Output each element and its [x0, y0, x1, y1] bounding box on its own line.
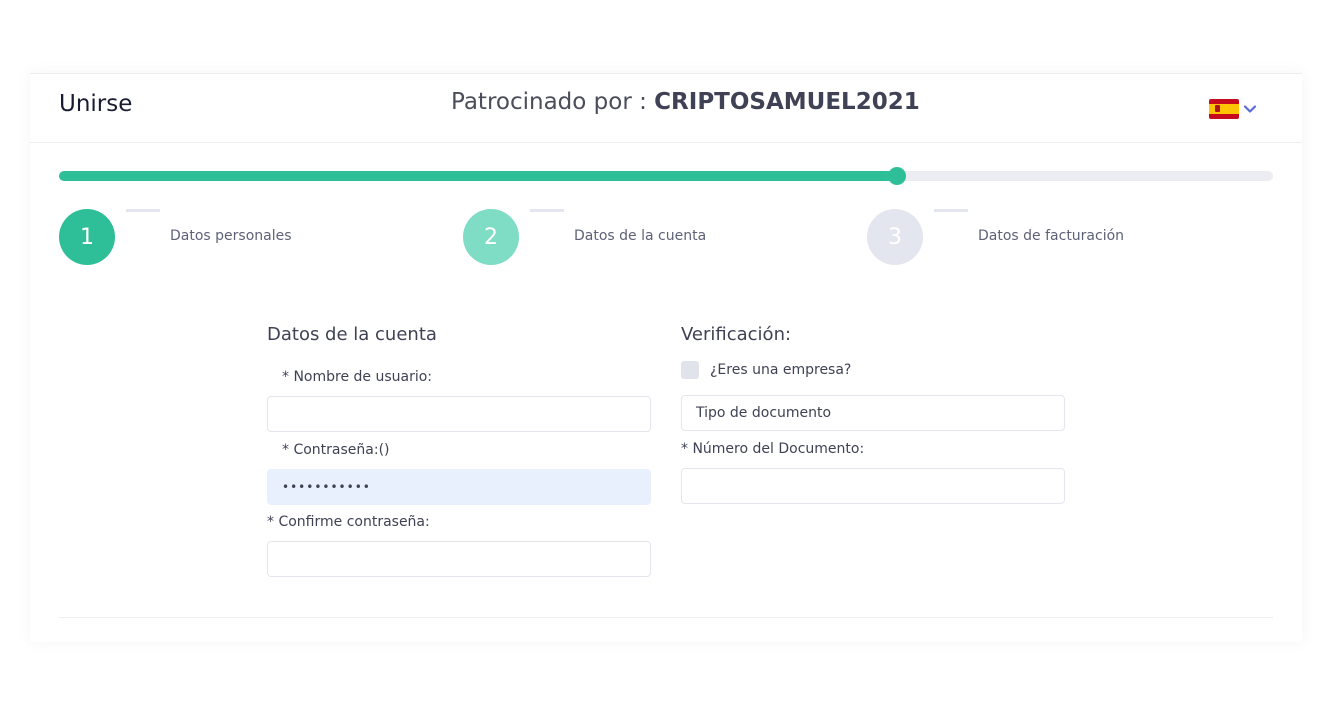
progress-fill [59, 171, 897, 181]
form-divider [59, 617, 1273, 618]
signup-card: Unirse Patrocinado por : CRIPTOSAMUEL202… [30, 73, 1302, 642]
step-1-label: Datos personales [170, 228, 292, 244]
document-type-select[interactable]: Tipo de documento [681, 395, 1065, 431]
document-number-input[interactable] [681, 468, 1065, 504]
step-1-dash [126, 209, 160, 212]
company-checkbox-label: ¿Eres una empresa? [710, 362, 852, 378]
progress-knob [887, 167, 906, 185]
password-input[interactable] [267, 469, 651, 505]
document-type-value: Tipo de documento [696, 405, 832, 421]
company-checkbox[interactable] [681, 361, 699, 379]
account-section-title: Datos de la cuenta [267, 324, 437, 345]
confirm-password-label: * Confirme contraseña: [267, 514, 430, 530]
verification-section-title: Verificación: [681, 324, 792, 345]
card-header: Unirse Patrocinado por : CRIPTOSAMUEL202… [30, 74, 1302, 143]
username-label: * Nombre de usuario: [282, 369, 433, 385]
password-label: * Contraseña:() [282, 442, 390, 458]
step-2-dash [530, 209, 564, 212]
spain-flag-icon [1209, 99, 1239, 119]
username-input[interactable] [267, 396, 651, 432]
confirm-password-input[interactable] [267, 541, 651, 577]
sponsor-prefix: Patrocinado por : [451, 89, 647, 115]
step-2[interactable]: 2 Datos de la cuenta [463, 209, 823, 265]
step-3[interactable]: 3 Datos de facturación [867, 209, 1227, 265]
sponsor-code: CRIPTOSAMUEL2021 [654, 89, 920, 115]
document-number-label: * Número del Documento: [681, 441, 865, 457]
page-title: Unirse [59, 91, 133, 117]
step-3-label: Datos de facturación [978, 228, 1125, 244]
step-2-number: 2 [463, 209, 519, 265]
progress-bar [59, 167, 1273, 185]
sponsor-text: Patrocinado por : CRIPTOSAMUEL2021 [451, 89, 920, 115]
language-selector[interactable] [1209, 96, 1261, 122]
step-3-number: 3 [867, 209, 923, 265]
step-1[interactable]: 1 Datos personales [59, 209, 419, 265]
step-3-dash [934, 209, 968, 212]
chevron-down-icon [1243, 105, 1257, 113]
step-1-number: 1 [59, 209, 115, 265]
step-2-label: Datos de la cuenta [574, 228, 707, 244]
